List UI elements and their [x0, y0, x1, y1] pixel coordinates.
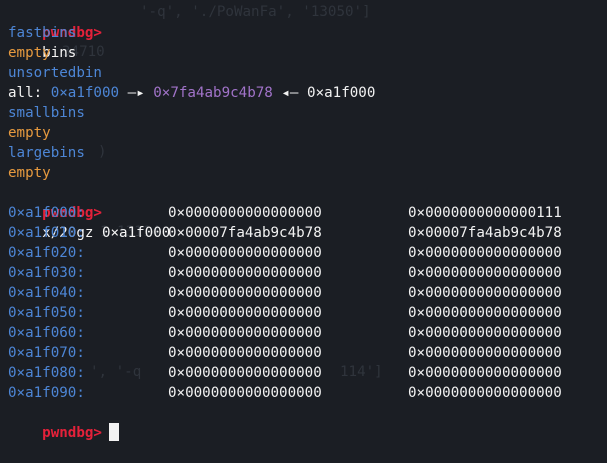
memory-value: 0×0000000000000000 — [408, 345, 562, 361]
largebins-value: empty — [8, 165, 51, 181]
unsortedbin-chain: all: 0×a1f000 —▸ 0×7fa4ab9c4b78 ◂— 0×a1f… — [8, 83, 607, 103]
fastbins-value: empty — [8, 45, 51, 61]
memory-value: 0×0000000000000000 — [408, 245, 562, 261]
memory-value: 0×0000000000000000 — [168, 345, 322, 361]
memory-row: 0×a1f050: 0×0000000000000000 0×00000000000… — [8, 303, 607, 323]
bins-line: unsortedbin — [8, 63, 607, 83]
chain-address: 0×7fa4ab9c4b78 — [153, 85, 273, 101]
memory-value: 0×0000000000000000 — [168, 385, 322, 401]
memory-value: 0×0000000000000000 — [168, 245, 322, 261]
memory-value: 0×0000000000000000 — [408, 365, 562, 381]
memory-address: 0×a1f010: — [8, 225, 85, 241]
command-line: pwndbg> bins — [8, 3, 607, 61]
memory-value: 0×0000000000000000 — [168, 205, 322, 221]
memory-value: 0×0000000000000111 — [408, 205, 562, 221]
memory-address: 0×a1f020: — [8, 245, 85, 261]
prompt: pwndbg> — [42, 425, 102, 441]
bins-line: empty — [8, 163, 607, 183]
memory-row: 0×a1f090: 0×0000000000000000 0×00000000000… — [8, 383, 607, 403]
bins-line: empty — [8, 43, 607, 63]
memory-value: 0×0000000000000000 — [408, 305, 562, 321]
input-line[interactable]: pwndbg> — [8, 403, 607, 441]
memory-value: 0×0000000000000000 — [408, 285, 562, 301]
fastbins-label: fastbins — [8, 25, 77, 41]
memory-value: 0×0000000000000000 — [168, 365, 322, 381]
smallbins-label: smallbins — [8, 105, 85, 121]
chain-address: 0×a1f000 — [307, 85, 376, 101]
bins-line: empty — [8, 123, 607, 143]
text-cursor[interactable] — [108, 423, 119, 441]
memory-address: 0×a1f070: — [8, 345, 85, 361]
memory-value: 0×0000000000000000 — [168, 305, 322, 321]
memory-row: 0×a1f080: 0×0000000000000000 0×00000000000… — [8, 363, 607, 383]
terminal-window[interactable]: '-q', './PoWanFa', '13050'] 34710 ) 1 13… — [0, 0, 607, 441]
largebins-label: largebins — [8, 145, 85, 161]
memory-address: 0×a1f090: — [8, 385, 85, 401]
memory-address: 0×a1f050: — [8, 305, 85, 321]
memory-row: 0×a1f040: 0×0000000000000000 0×00000000000… — [8, 283, 607, 303]
all-label: all: — [8, 85, 43, 101]
memory-value: 0×0000000000000000 — [408, 385, 562, 401]
smallbins-value: empty — [8, 125, 51, 141]
memory-address: 0×a1f030: — [8, 265, 85, 281]
memory-value: 0×00007fa4ab9c4b78 — [408, 225, 562, 241]
memory-address: 0×a1f060: — [8, 325, 85, 341]
chain-arrow: —▸ — [127, 85, 145, 101]
chain-arrow: ◂— — [281, 85, 299, 101]
memory-address: 0×a1f080: — [8, 365, 85, 381]
memory-value: 0×0000000000000000 — [168, 265, 322, 281]
memory-row: 0×a1f020: 0×0000000000000000 0×00000000000… — [8, 243, 607, 263]
memory-value: 0×0000000000000000 — [408, 325, 562, 341]
memory-address: 0×a1f000: — [8, 205, 85, 221]
memory-address: 0×a1f040: — [8, 285, 85, 301]
memory-row: 0×a1f030: 0×0000000000000000 0×00000000000… — [8, 263, 607, 283]
bins-line: smallbins — [8, 103, 607, 123]
chain-address: 0×a1f000 — [50, 85, 120, 101]
memory-row: 0×a1f010: 0×00007fa4ab9c4b78 0×00007fa4ab9… — [8, 223, 607, 243]
bins-line: fastbins — [8, 23, 607, 43]
memory-value: 0×00007fa4ab9c4b78 — [168, 225, 322, 241]
memory-value: 0×0000000000000000 — [168, 285, 322, 301]
command-line: pwndbg> x/20gz 0×a1f000 — [8, 183, 607, 241]
memory-row: 0×a1f060: 0×0000000000000000 0×00000000000… — [8, 323, 607, 343]
memory-value: 0×0000000000000000 — [408, 265, 562, 281]
bins-line: largebins — [8, 143, 607, 163]
memory-value: 0×0000000000000000 — [168, 325, 322, 341]
memory-row: 0×a1f070: 0×0000000000000000 0×00000000000… — [8, 343, 607, 363]
memory-row: 0×a1f000: 0×0000000000000000 0×00000000000… — [8, 203, 607, 223]
unsortedbin-label: unsortedbin — [8, 65, 102, 81]
